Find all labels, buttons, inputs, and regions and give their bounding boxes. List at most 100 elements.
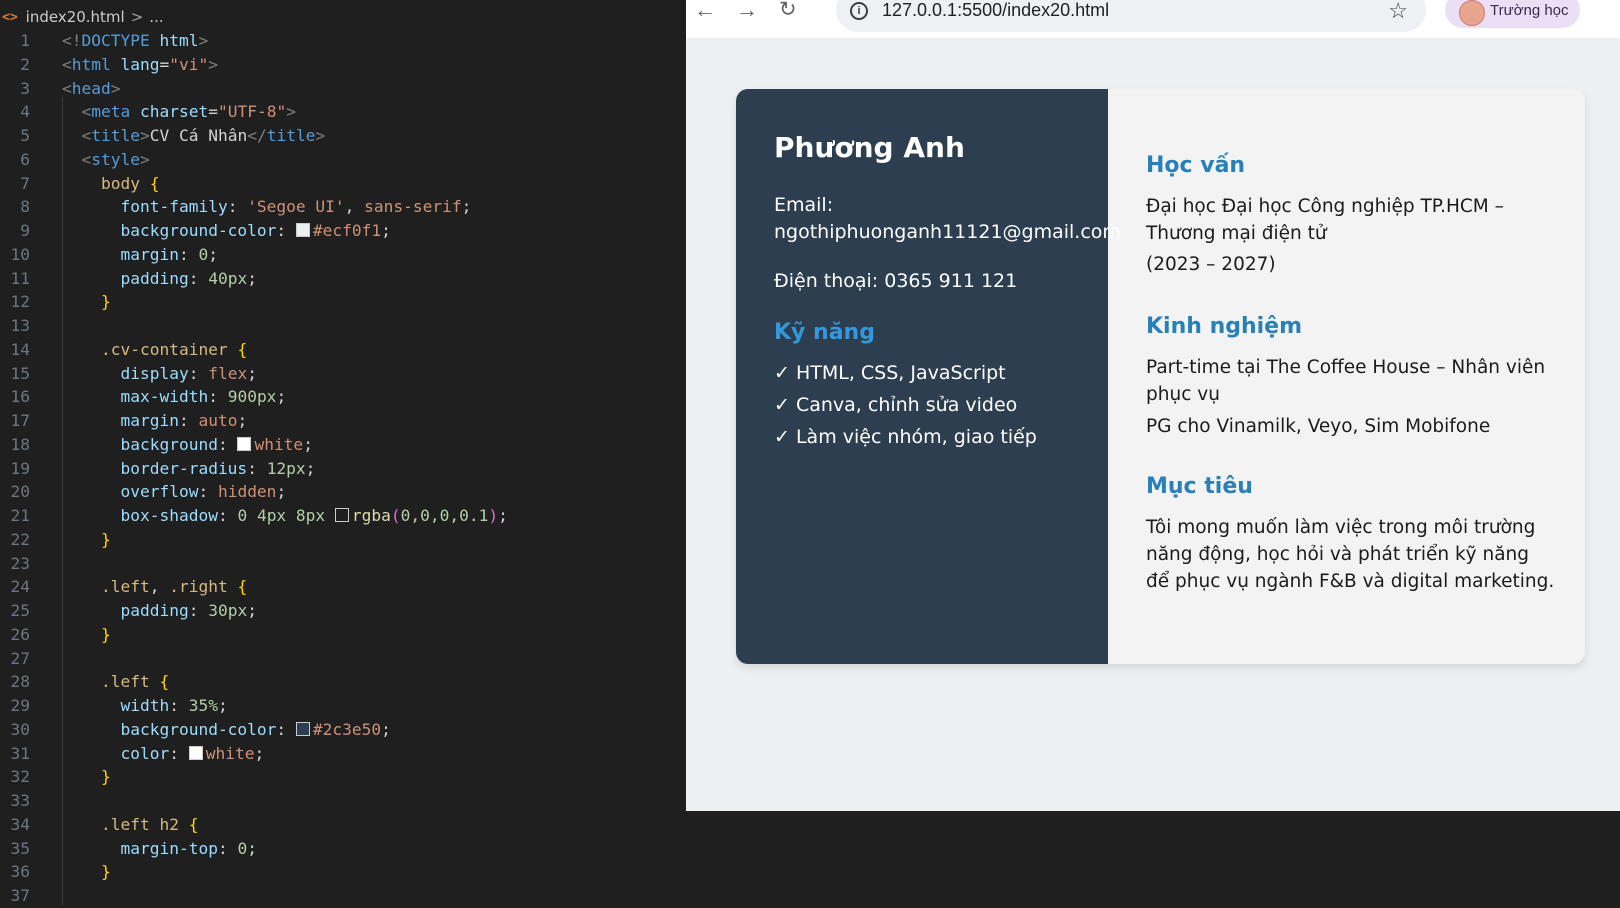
code-line[interactable]: 7 body { (0, 172, 686, 196)
reload-icon[interactable]: ↻ (779, 0, 797, 20)
code-line[interactable]: 31 color: white; (0, 742, 686, 766)
code-line[interactable]: 26 } (0, 623, 686, 647)
code-lines[interactable]: 1 <!DOCTYPE html> 2 <html lang="vi"> 3 <head>… (0, 29, 686, 908)
code-text: .left h2 { (62, 813, 198, 837)
star-icon[interactable]: ☆ (1388, 0, 1408, 24)
code-token: title (91, 126, 140, 145)
code-text: body { (62, 172, 159, 196)
breadcrumb-more[interactable]: ... (149, 8, 163, 26)
code-line[interactable]: 21 box-shadow: 0 4px 8px rgba(0,0,0,0.1)… (0, 504, 686, 528)
forward-icon[interactable]: → (736, 0, 758, 21)
line-number: 24 (10, 577, 31, 597)
color-swatch-icon[interactable] (237, 436, 252, 451)
code-token: < (62, 78, 72, 98)
code-token: charset (139, 102, 209, 122)
code-token: > (286, 102, 296, 122)
code-line[interactable]: 16 max-width: 900px; (0, 385, 686, 409)
code-token: body (100, 173, 140, 193)
code-line[interactable]: 28 .left { (0, 670, 686, 694)
line-number: 5 (20, 126, 30, 145)
color-swatch-icon[interactable] (334, 508, 349, 522)
code-line[interactable]: 3 <head> (0, 77, 686, 101)
code-line[interactable]: 18 background: white; (0, 433, 686, 457)
code-token: : (169, 696, 189, 715)
code-text: overflow: hidden; (62, 480, 286, 504)
code-token: padding (120, 601, 189, 620)
code-line[interactable]: 17 margin: auto; (0, 409, 686, 433)
color-swatch-icon[interactable] (188, 745, 203, 760)
url-text[interactable]: 127.0.0.1:5500/index20.html (882, 0, 1109, 21)
html-file-icon: <> (2, 9, 18, 25)
cv-container: Phương Anh Email: ngothiphuonganh11121@g… (736, 89, 1585, 664)
code-line[interactable]: 4 <meta charset="UTF-8"> (0, 100, 686, 124)
email-label: Email: (774, 194, 834, 216)
code-token: background (120, 434, 218, 454)
code-editor[interactable]: <> index20.html > ... 1 <!DOCTYPE html> 2 <… (0, 0, 686, 905)
code-line[interactable]: 34 .left h2 { (0, 813, 686, 837)
code-line[interactable]: 5 <title>CV Cá Nhân</title> (0, 124, 686, 148)
code-line[interactable]: 10 margin: 0; (0, 243, 686, 267)
code-token: : (178, 244, 199, 264)
code-line[interactable]: 13 (0, 314, 686, 338)
code-token: } (100, 529, 111, 549)
cv-right-panel: Học vấn Đại học Đại học Công nghiệp TP.H… (1108, 89, 1585, 664)
code-line[interactable]: 27 (0, 647, 686, 671)
code-line[interactable]: 33 (0, 789, 686, 813)
code-token: < (81, 102, 92, 122)
code-line[interactable]: 14 .cv-container { (0, 338, 686, 362)
code-token: : (247, 458, 267, 478)
code-token: ; (208, 244, 218, 264)
code-line[interactable]: 37 (0, 884, 686, 908)
code-token: : (188, 268, 209, 288)
code-line[interactable]: 29 width: 35%; (0, 694, 686, 718)
code-line[interactable]: 35 margin-top: 0; (0, 837, 686, 861)
code-line[interactable]: 8 font-family: 'Segoe UI', sans-serif; (0, 195, 686, 219)
code-line[interactable]: 23 (0, 552, 686, 576)
code-line[interactable]: 9 background-color: #ecf0f1; (0, 219, 686, 243)
code-text: border-radius: 12px; (62, 457, 315, 481)
code-line[interactable]: 32 } (0, 765, 686, 789)
code-token: ; (276, 387, 287, 407)
breadcrumb-file[interactable]: index20.html (26, 8, 125, 26)
code-line[interactable]: 1 <!DOCTYPE html> (0, 29, 686, 53)
code-line[interactable]: 19 border-radius: 12px; (0, 457, 686, 481)
color-swatch-icon[interactable] (295, 223, 310, 237)
back-icon[interactable]: ← (694, 0, 716, 21)
code-token: meta (91, 102, 131, 122)
skill-item: ✓ Canva, chỉnh sửa video (774, 394, 1018, 416)
code-line[interactable]: 20 overflow: hidden; (0, 480, 686, 504)
code-token: head (71, 78, 111, 98)
code-text: background-color: #2c3e50; (62, 718, 390, 742)
code-line[interactable]: 22 } (0, 528, 686, 552)
code-token: hidden (217, 482, 277, 502)
code-line[interactable]: 2 <html lang="vi"> (0, 53, 686, 77)
code-line[interactable]: 36 } (0, 860, 686, 884)
code-token: 0 (237, 838, 248, 858)
code-line[interactable]: 25 padding: 30px; (0, 599, 686, 623)
code-token: ; (303, 434, 313, 454)
profile-button[interactable]: Trường học (1445, 0, 1580, 28)
code-line[interactable]: 12 } (0, 290, 686, 314)
address-bar[interactable]: i 127.0.0.1:5500/index20.html ☆ (836, 0, 1426, 32)
code-line[interactable]: 15 display: flex; (0, 362, 686, 386)
line-number: 10 (10, 244, 31, 264)
info-icon[interactable]: i (850, 2, 868, 20)
line-number: 16 (10, 387, 31, 407)
code-line[interactable]: 30 background-color: #2c3e50; (0, 718, 686, 742)
code-line[interactable]: 6 <style> (0, 148, 686, 172)
code-token: background-color (120, 221, 277, 240)
code-line[interactable]: 24 .left, .right { (0, 575, 686, 599)
code-token: = (208, 102, 218, 122)
color-swatch-icon[interactable] (295, 721, 310, 736)
code-token: max-width (120, 387, 209, 407)
line-number: 36 (10, 862, 31, 882)
code-token: < (81, 149, 92, 169)
code-line[interactable]: 11 padding: 40px; (0, 267, 686, 291)
